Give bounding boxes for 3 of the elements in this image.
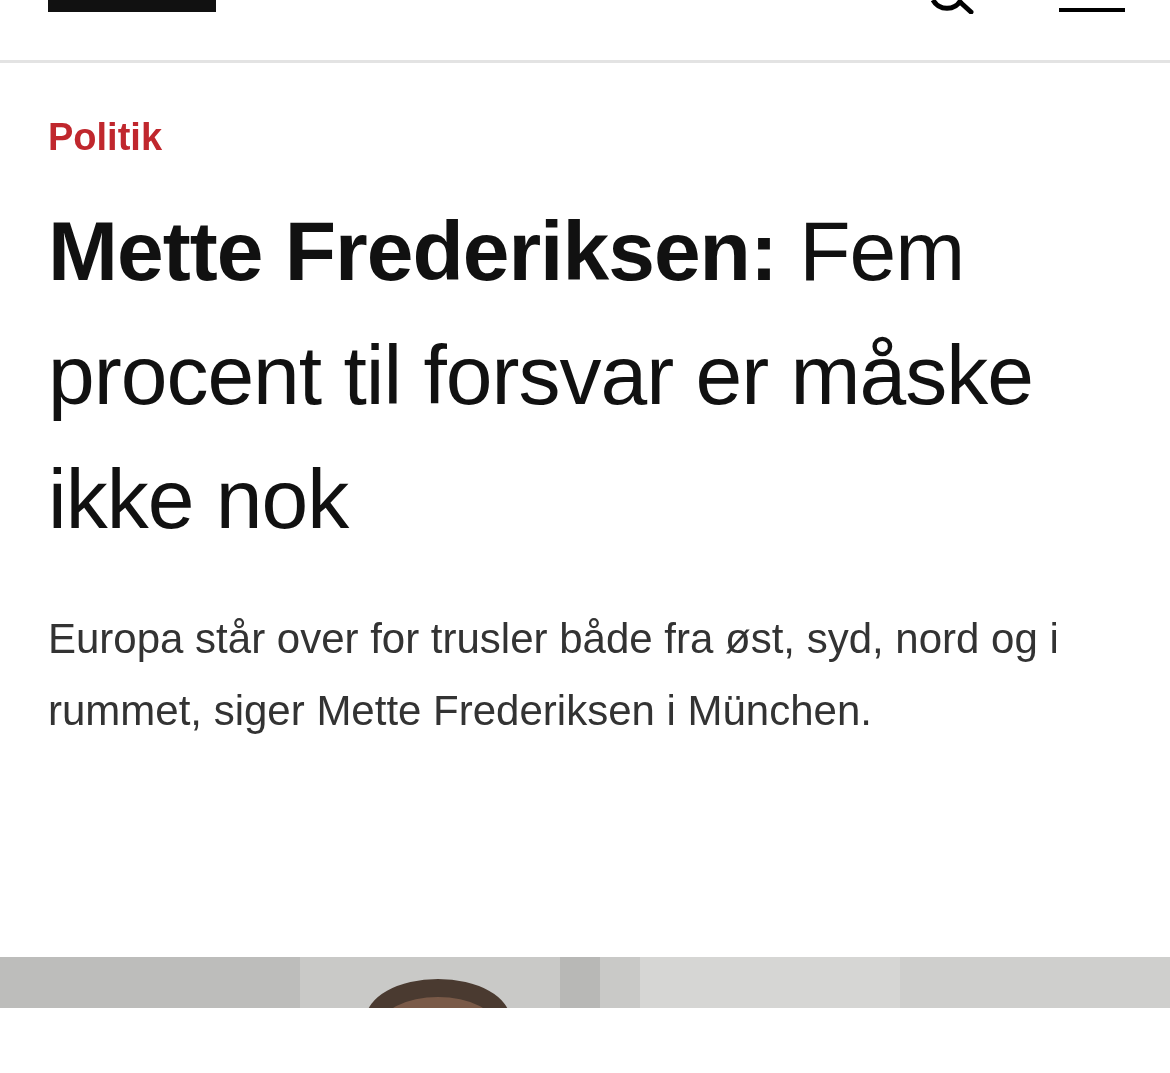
headline: Mette Frederiksen: Fem procent til forsvar er måske ikke nok — [48, 203, 1034, 548]
lead-text: Europa står over for trusler både fra øst, syd, nord og i rummet, siger Mette Frederiksen i München. — [48, 614, 1060, 736]
section-label[interactable]: Politik — [48, 115, 1122, 159]
